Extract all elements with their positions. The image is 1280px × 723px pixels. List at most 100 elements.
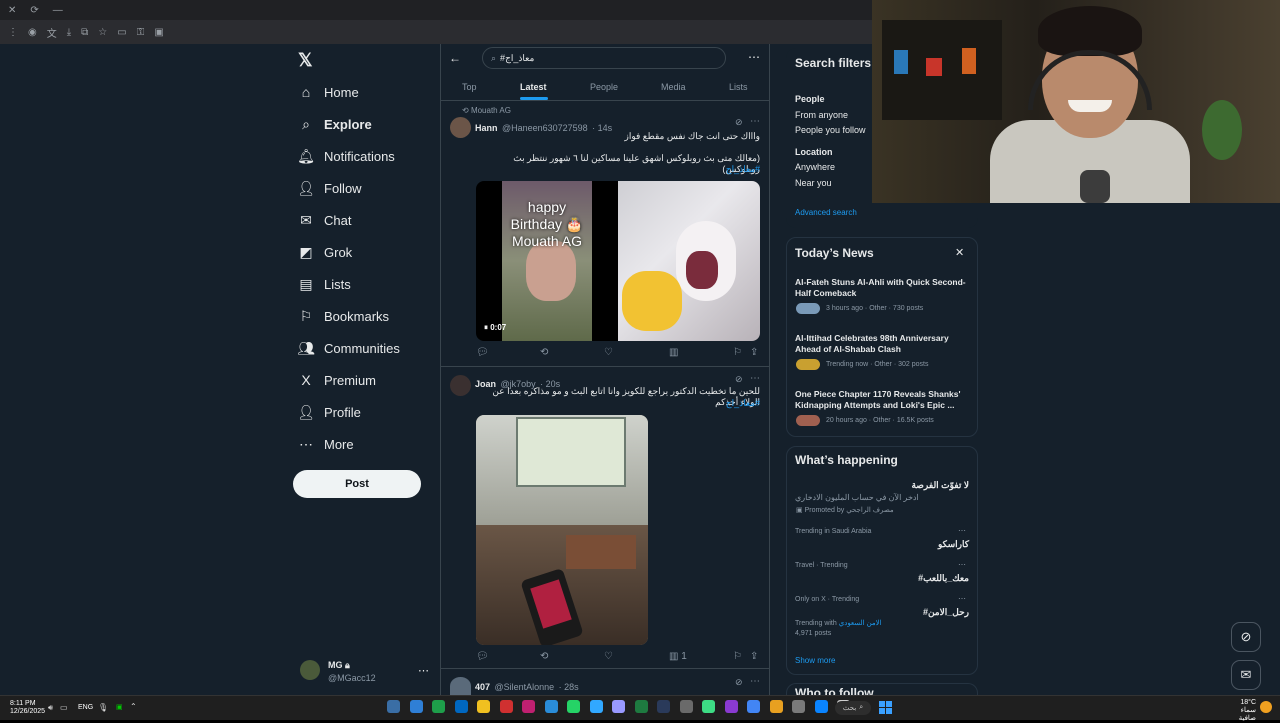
taskbar-search[interactable]: بحث ⌕ — [835, 701, 871, 715]
tweet-time[interactable]: 28s — [564, 682, 579, 692]
restore-window-icon[interactable]: ⟳ — [30, 5, 38, 16]
tab-people[interactable]: People — [590, 82, 618, 92]
trend-more-icon[interactable]: ⋯ — [958, 594, 966, 603]
taskbar-app-icon[interactable] — [792, 700, 805, 713]
sidebar-item-notifications[interactable]: 🔔︎ Notifications — [297, 148, 395, 164]
news-headline[interactable]: Al-Ittihad Celebrates 98th Anniversary A… — [795, 333, 970, 355]
app-tray-icon[interactable]: ▣ — [116, 703, 123, 711]
filter-anywhere[interactable]: Anywhere — [795, 162, 835, 172]
avatar[interactable] — [450, 677, 471, 695]
grok-float-button[interactable]: ⊘ — [1231, 622, 1261, 652]
bookmark-icon[interactable]: ⚐ — [733, 347, 742, 358]
share-icon[interactable]: ⇪ — [750, 651, 758, 662]
taskbar-app-icon[interactable] — [814, 700, 828, 713]
back-arrow-icon[interactable]: ← — [449, 51, 461, 65]
taskbar-app-icon[interactable] — [589, 700, 603, 713]
taskbar-app-icon[interactable] — [544, 700, 558, 713]
grok-explain-icon[interactable]: ⊘ — [735, 117, 743, 128]
key-icon[interactable]: ⚿ — [137, 27, 145, 38]
trend-more-icon[interactable]: ⋯ — [958, 560, 966, 569]
sidebar-item-home[interactable]: ⌂ Home — [298, 84, 359, 100]
tweet-more-icon[interactable]: ⋯ — [750, 373, 760, 384]
bookmark-icon[interactable]: ⚐ — [733, 651, 742, 662]
taskbar-app-icon[interactable] — [657, 700, 670, 713]
taskbar-app-icon[interactable] — [454, 700, 468, 713]
promo-title[interactable]: لا تفوّت الفرصة — [795, 480, 969, 491]
chevron-up-icon[interactable]: ⌃ — [130, 702, 137, 711]
trend-label[interactable]: كاراسكو — [795, 539, 969, 550]
views-icon[interactable]: ▥ — [669, 347, 678, 358]
tweet-hashtag[interactable]: #معاذ_اج — [476, 398, 760, 409]
sidebar-item-explore[interactable]: ⌕ Explore — [298, 116, 372, 132]
taskbar-app-icon[interactable] — [432, 700, 445, 713]
account-name[interactable]: MG 🔒︎ — [328, 660, 350, 671]
sidebar-item-chat[interactable]: ✉ Chat — [298, 212, 351, 228]
sidebar-item-profile[interactable]: 👤︎ Profile — [297, 404, 361, 420]
cast-icon[interactable]: ▣ — [154, 27, 163, 38]
avatar[interactable] — [450, 117, 471, 138]
minimize-window-icon[interactable]: — — [53, 5, 63, 16]
account-more-icon[interactable]: ⋯ — [418, 664, 429, 677]
views-icon[interactable]: ▥ 1 — [669, 651, 687, 662]
avatar[interactable] — [450, 375, 471, 396]
tab-lists[interactable]: Lists — [729, 82, 748, 92]
taskbar-app-icon[interactable] — [477, 700, 490, 713]
show-more-link[interactable]: Show more — [795, 656, 835, 665]
news-headline[interactable]: One Piece Chapter 1170 Reveals Shanks' K… — [795, 389, 970, 411]
x-logo-icon[interactable]: 𝕏 — [298, 50, 313, 71]
tab-latest[interactable]: Latest — [520, 82, 547, 92]
download-icon[interactable]: ⤓ — [67, 27, 71, 38]
like-icon[interactable]: ♡ — [604, 347, 613, 358]
weather-widget[interactable]: 18°C سماء صافية — [1222, 699, 1256, 723]
mic-icon[interactable]: 🎙︎ — [98, 703, 108, 712]
tweet-more-icon[interactable]: ⋯ — [750, 116, 760, 127]
taskbar-app-icon[interactable] — [679, 700, 693, 713]
taskbar-app-icon[interactable] — [702, 700, 715, 713]
network-icon[interactable]: ▭ — [60, 703, 68, 712]
speaker-icon[interactable]: 🔊︎ — [48, 703, 53, 713]
trend-more-icon[interactable]: ⋯ — [958, 526, 966, 535]
advanced-search-link[interactable]: Advanced search — [795, 208, 857, 217]
tab-top[interactable]: Top — [462, 82, 477, 92]
tabs-icon[interactable]: ▭ — [117, 27, 126, 38]
taskbar-app-icon[interactable] — [769, 700, 783, 713]
close-window-icon[interactable]: ✕ — [8, 5, 16, 16]
filter-people-you-follow[interactable]: People you follow — [795, 125, 866, 135]
account-avatar[interactable] — [300, 660, 320, 680]
translate-icon[interactable]: 文 — [47, 25, 57, 40]
sidebar-item-more[interactable]: ⋯ More — [298, 436, 354, 452]
tweet-image[interactable] — [476, 415, 648, 645]
sidebar-item-premium[interactable]: X Premium — [298, 372, 376, 388]
grok-explain-icon[interactable]: ⊘ — [735, 374, 743, 385]
like-icon[interactable]: ♡ — [604, 651, 613, 662]
profile-icon[interactable]: ◉ — [28, 27, 37, 38]
sidebar-item-bookmarks[interactable]: ⚐ Bookmarks — [298, 308, 389, 324]
tab-media[interactable]: Media — [661, 82, 686, 92]
post-button[interactable]: Post — [293, 470, 421, 498]
filter-from-anyone[interactable]: From anyone — [795, 110, 848, 120]
taskbar-app-icon[interactable] — [409, 700, 423, 713]
tweet-author[interactable]: 407 — [475, 682, 490, 692]
tweet-more-icon[interactable]: ⋯ — [750, 676, 760, 687]
search-more-icon[interactable]: ⋯ — [748, 50, 760, 64]
news-headline[interactable]: Al-Fateh Stuns Al-Ahli with Quick Second… — [795, 277, 970, 299]
sidebar-item-communities[interactable]: 👥︎ Communities — [297, 340, 400, 356]
taskbar-app-icon[interactable] — [634, 700, 648, 713]
filter-near-you[interactable]: Near you — [795, 178, 832, 188]
reply-icon[interactable]: 💬︎ — [476, 651, 489, 662]
taskbar-app-icon[interactable] — [387, 700, 400, 713]
retweet-icon[interactable]: ⟲ — [540, 347, 548, 358]
taskbar-app-icon[interactable] — [612, 700, 625, 713]
sidebar-item-grok[interactable]: ◩ Grok — [298, 244, 352, 260]
menu-dots-icon[interactable]: ⋮ — [8, 27, 18, 38]
language-indicator[interactable]: ENG — [78, 704, 93, 711]
search-input[interactable]: ⌕ #معاذ_اج — [482, 47, 726, 69]
taskbar-app-icon[interactable] — [724, 700, 738, 713]
taskbar-app-icon[interactable] — [522, 700, 535, 713]
reply-icon[interactable]: 💬︎ — [476, 347, 489, 358]
tweet-hashtag[interactable]: #معاذ_اج — [476, 164, 760, 175]
clock[interactable]: 8:11 PM 12/26/2025 — [10, 700, 45, 716]
share-icon[interactable]: ⇪ — [750, 347, 758, 358]
sidebar-item-follow[interactable]: 👤︎ Follow — [297, 180, 361, 196]
taskbar-app-icon[interactable] — [499, 700, 513, 713]
